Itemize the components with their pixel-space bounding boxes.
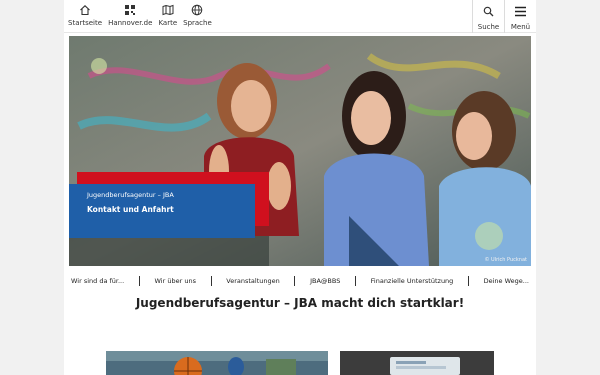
nav-startseite[interactable]: Startseite [68,3,102,27]
subnav-jba-bbs[interactable]: JBA@BBS [308,277,342,285]
nav-hannover[interactable]: Hannover.de [108,3,152,27]
menu-button[interactable]: Menü [504,0,536,33]
divider [138,276,140,286]
photo-credit: © Ulrich Pucknat [484,257,527,263]
sub-navigation: Wir sind da für... Wir über uns Veransta… [69,272,531,290]
subnav-wir-ueber-uns[interactable]: Wir über uns [153,277,198,285]
divider [467,276,469,286]
contact-link[interactable]: Kontakt und Anfahrt [87,205,237,214]
search-button[interactable]: Suche [472,0,504,33]
top-bar: Startseite Hannover.de Karte Sprache Suc… [64,0,536,33]
teaser-card-image-right[interactable] [340,351,494,375]
nav-sprache[interactable]: Sprache [183,3,212,27]
hamburger-icon [514,2,527,21]
nav-sprache-label: Sprache [183,19,212,27]
nav-left: Startseite Hannover.de Karte Sprache [68,3,218,27]
subnav-veranstaltungen[interactable]: Veranstaltungen [224,277,281,285]
tablet-photo [340,351,494,375]
page-title: Jugendberufsagentur – JBA macht dich sta… [135,296,465,310]
nav-right: Suche Menü [472,0,536,33]
divider [354,276,356,286]
divider [210,276,212,286]
basketball-photo [106,351,328,375]
subnav-finanzielle-unterstuetzung[interactable]: Finanzielle Unterstützung [369,277,456,285]
teaser-card-image-left[interactable] [106,351,328,375]
nav-karte-label: Karte [158,19,178,27]
map-icon [160,3,176,17]
menu-label: Menü [510,23,531,31]
home-icon [77,3,93,17]
nav-startseite-label: Startseite [68,19,103,27]
page: Startseite Hannover.de Karte Sprache Suc… [64,0,536,375]
hero-caption: Jugendberufsagentur – JBA Kontakt und An… [69,184,255,238]
nav-karte[interactable]: Karte [158,3,177,27]
qr-logo-icon [122,3,138,17]
subnav-deine-wege[interactable]: Deine Wege... [482,277,531,285]
search-label: Suche [477,23,500,31]
subnav-wir-sind-da[interactable]: Wir sind da für... [69,277,126,285]
divider [294,276,296,286]
nav-hannover-label: Hannover.de [108,19,153,27]
search-icon [483,2,494,21]
globe-icon [189,3,205,17]
hero-kicker: Jugendberufsagentur – JBA [87,191,174,199]
hero-image: Jugendberufsagentur – JBA Kontakt und An… [69,36,531,266]
